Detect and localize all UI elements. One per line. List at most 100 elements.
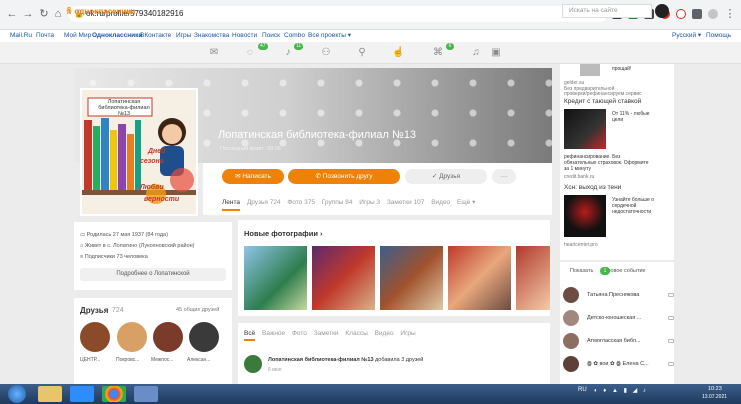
photo-thumbnail[interactable] xyxy=(312,246,375,310)
friend-name[interactable]: Покровс... xyxy=(116,357,139,363)
discussions-icon[interactable]: ◌ xyxy=(244,47,256,59)
friends-status-button[interactable]: ✓ Друзья xyxy=(405,169,487,184)
photo-thumbnail[interactable] xyxy=(380,246,443,310)
friend-name[interactable]: Межпос... xyxy=(151,357,173,363)
event-name[interactable]: Татьяна Преснякова xyxy=(587,292,639,298)
friend-name[interactable]: Алексан... xyxy=(187,357,211,363)
photo-thumbnail[interactable] xyxy=(448,246,511,310)
bookmark-link[interactable]: Mail.Ru xyxy=(10,30,32,42)
tab-notes[interactable]: Заметки 107 xyxy=(387,199,425,206)
event-name[interactable]: ꙮ ✿ вои ✿ ꙮ Елена С... xyxy=(587,361,649,367)
photo-thumbnail[interactable] xyxy=(244,246,307,310)
event-avatar[interactable] xyxy=(563,287,579,303)
windows-start-icon[interactable] xyxy=(8,385,26,403)
tab-feed[interactable]: Лента xyxy=(222,199,240,211)
feed-author-avatar[interactable] xyxy=(244,355,262,373)
event-avatar[interactable] xyxy=(563,310,579,326)
more-about-button[interactable]: Подробнее о Лопатинской xyxy=(80,268,226,281)
bookmark-link[interactable]: ВКонтакте xyxy=(140,30,171,42)
music-icon[interactable]: ♫ xyxy=(470,47,482,59)
friends-icon[interactable]: ⚇ xyxy=(320,47,332,59)
clock-time[interactable]: 10:23 xyxy=(708,386,722,392)
back-arrow-icon[interactable]: ← xyxy=(6,8,18,20)
event-avatar[interactable] xyxy=(563,333,579,349)
tab-photos[interactable]: Фото 375 xyxy=(287,199,315,206)
chrome-app-icon[interactable] xyxy=(102,386,126,402)
bookmark-link[interactable]: Combo xyxy=(284,30,305,42)
ok-logo[interactable]: ꆜ одноклассники xyxy=(66,5,135,16)
ad-text[interactable]: прощай! xyxy=(612,66,631,72)
tab-more[interactable]: Ещё ▾ xyxy=(457,199,475,206)
ad-image[interactable] xyxy=(564,195,606,237)
bookmark-link[interactable]: Поиск xyxy=(262,30,280,42)
ad-image[interactable] xyxy=(564,109,606,149)
tab-groups[interactable]: Группы 84 xyxy=(322,199,353,206)
feed-tab-photo[interactable]: Фото xyxy=(292,330,307,337)
ad-image[interactable] xyxy=(580,64,600,76)
more-actions-button[interactable]: ··· xyxy=(492,169,516,184)
puzzle-icon[interactable] xyxy=(692,9,702,19)
keyboard-language[interactable]: RU xyxy=(578,387,587,393)
bookmark-link[interactable]: Новости xyxy=(232,30,257,42)
friend-avatar[interactable] xyxy=(153,322,183,352)
app-window-icon[interactable] xyxy=(134,386,158,402)
tray-icons[interactable]: ◐ ♦ ▲ ▮ ◢ ♪ xyxy=(594,387,648,394)
messages-icon[interactable]: ✉ xyxy=(208,47,220,59)
feed-tab-classes[interactable]: Классы xyxy=(345,330,367,337)
feed-tab-notes[interactable]: Заметки xyxy=(314,330,339,337)
new-photos-title[interactable]: Новые фотографии › xyxy=(244,229,323,238)
event-name[interactable]: Детско-юношеская ... xyxy=(587,315,641,321)
user-avatar[interactable] xyxy=(655,4,669,18)
bookmark-link[interactable]: Игры xyxy=(176,30,191,42)
write-message-button[interactable]: ✉ Написать xyxy=(222,169,284,184)
home-icon[interactable]: ⌂ xyxy=(52,8,64,20)
language-link[interactable]: Русский ▾ xyxy=(672,30,701,42)
tab-video[interactable]: Видео xyxy=(431,199,450,206)
friend-name[interactable]: ЦЕНТР... xyxy=(80,357,100,363)
guests-icon[interactable]: ⚲ xyxy=(356,47,368,59)
friends-title[interactable]: Друзья xyxy=(80,306,108,315)
event-avatar[interactable] xyxy=(563,356,579,372)
zoom-app-icon[interactable] xyxy=(70,386,94,402)
notifications-icon[interactable]: ♪ xyxy=(282,47,294,59)
event-name[interactable]: Атмогласская библ... xyxy=(587,338,641,344)
bookmark-link[interactable]: Одноклассники xyxy=(92,30,142,42)
search-input[interactable]: Искать на сайте xyxy=(562,4,652,18)
profile-avatar-icon[interactable] xyxy=(708,9,718,19)
feed-tab-video[interactable]: Видео xyxy=(375,330,394,337)
forward-arrow-icon[interactable]: → xyxy=(22,8,34,20)
menu-dots-icon[interactable]: ⋮ xyxy=(724,8,736,20)
help-link[interactable]: Помощь xyxy=(706,30,731,42)
mutual-friends-link[interactable]: 45 общих друзей xyxy=(176,307,219,313)
bookmark-link[interactable]: Мой Мир xyxy=(64,30,91,42)
feed-tab-games[interactable]: Игры xyxy=(400,330,415,337)
reload-icon[interactable]: ↻ xyxy=(38,8,50,20)
message-icon[interactable] xyxy=(668,362,674,366)
friend-avatar[interactable] xyxy=(189,322,219,352)
bookmark-link[interactable]: Почта xyxy=(36,30,54,42)
bookmark-link[interactable]: Знакомства xyxy=(194,30,229,42)
call-friend-button[interactable]: ✆ Позвонить другу xyxy=(288,169,400,184)
games-icon[interactable]: ⌘ xyxy=(432,47,444,59)
tab-friends[interactable]: Друзья 724 xyxy=(247,199,281,206)
message-icon[interactable] xyxy=(668,339,674,343)
events-icon[interactable]: ☝ xyxy=(392,47,404,59)
file-explorer-icon[interactable] xyxy=(38,386,62,402)
address-bar[interactable]: 🔒 ok.ru/profile/579340182916 xyxy=(68,6,608,22)
clock-date[interactable]: 13.07.2021 xyxy=(702,394,727,400)
tab-games[interactable]: Игры 3 xyxy=(359,199,380,206)
video-icon[interactable]: ▣ xyxy=(490,47,502,59)
message-icon[interactable] xyxy=(668,316,674,320)
ad-title[interactable]: Хсн: выход из тени xyxy=(564,184,621,191)
extension-icon[interactable] xyxy=(676,9,686,19)
feed-tab-all[interactable]: Всё xyxy=(244,330,256,341)
bookmark-link[interactable]: Все проекты ▾ xyxy=(308,30,351,42)
feed-tab-important[interactable]: Важное xyxy=(262,330,285,337)
profile-photo[interactable]: Лопатинская библиотека-филиал №13 Дней с… xyxy=(80,88,198,216)
photo-thumbnail[interactable] xyxy=(516,246,550,310)
followers-line[interactable]: ≡ Подписчики 73 человека xyxy=(80,254,148,260)
friend-avatar[interactable] xyxy=(117,322,147,352)
friend-avatar[interactable] xyxy=(80,322,110,352)
ad-domain[interactable]: heartcenter.pro xyxy=(564,242,598,248)
ad-title[interactable]: Кредит с тающей ставкой xyxy=(564,98,641,105)
